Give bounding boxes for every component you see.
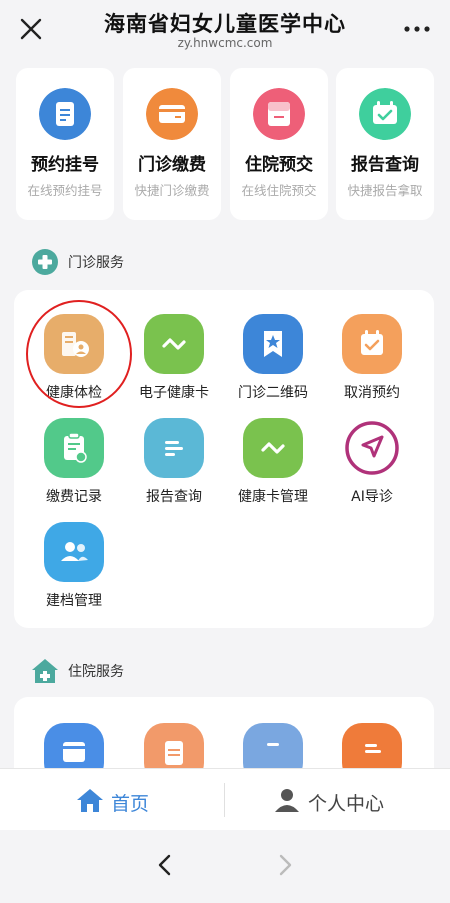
service-qr-code[interactable]: 门诊二维码 xyxy=(225,314,321,414)
service-health-card-manage[interactable]: 健康卡管理 xyxy=(225,418,321,518)
top-bar: 海南省妇女儿童医学中心 zy.hnwcmc.com xyxy=(0,0,450,60)
service-label: 取消预约 xyxy=(344,385,400,401)
service-label: 门诊二维码 xyxy=(238,385,308,401)
service-health-checkup[interactable]: 健康体检 xyxy=(26,314,122,414)
quick-card-subtitle: 快捷门诊缴费 xyxy=(134,183,210,198)
qr-code-icon xyxy=(264,331,282,357)
appointment-icon xyxy=(39,88,91,140)
service-label: 健康卡管理 xyxy=(238,489,308,505)
service-label: 健康体检 xyxy=(46,385,102,401)
quick-card-subtitle: 快捷报告拿取 xyxy=(347,183,423,198)
health-checkup-icon xyxy=(62,332,89,357)
outpatient-services: 健康体检 电子健康卡 门诊二维码 取消预约 缴费记录 报告查询 健康卡管理 AI… xyxy=(14,290,434,628)
back-arrow-icon[interactable] xyxy=(150,850,180,880)
tab-profile-label: 个人中心 xyxy=(308,793,385,815)
section-title: 住院服务 xyxy=(68,664,124,680)
report-list-icon xyxy=(165,441,183,456)
service-ai-guide[interactable]: AI导诊 xyxy=(324,418,420,518)
browser-nav-bar xyxy=(0,830,450,903)
service-profile-manage[interactable]: 建档管理 xyxy=(26,522,122,622)
tab-home[interactable]: 首页 xyxy=(0,769,224,831)
inpatient-list-icon xyxy=(365,744,381,753)
quick-card-title: 住院预交 xyxy=(245,155,313,175)
home-icon xyxy=(77,789,103,812)
quick-card-subtitle: 在线住院预交 xyxy=(241,183,317,198)
inpatient-deposit-icon xyxy=(253,88,305,140)
medical-cross-icon xyxy=(32,249,58,275)
ai-guide-icon xyxy=(345,421,399,475)
quick-card-title: 预约挂号 xyxy=(31,155,99,175)
service-label: AI导诊 xyxy=(351,489,393,505)
quick-card-outpatient-payment[interactable]: 门诊缴费 快捷门诊缴费 xyxy=(123,68,221,220)
cancel-appointment-icon xyxy=(361,330,383,355)
service-label: 建档管理 xyxy=(46,593,102,609)
page-title: 海南省妇女儿童医学中心 xyxy=(104,12,346,36)
inpatient-chat-icon xyxy=(267,743,279,746)
quick-card-title: 门诊缴费 xyxy=(138,155,206,175)
quick-card-title: 报告查询 xyxy=(351,155,419,175)
section-title: 门诊服务 xyxy=(68,255,124,271)
inpatient-payment-icon xyxy=(63,742,85,762)
quick-card-appointment[interactable]: 预约挂号 在线预约挂号 xyxy=(16,68,114,220)
health-card-manage-icon xyxy=(261,442,285,454)
report-icon xyxy=(359,88,411,140)
quick-card-report-query[interactable]: 报告查询 快捷报告拿取 xyxy=(336,68,434,220)
service-payment-record[interactable]: 缴费记录 xyxy=(26,418,122,518)
tab-profile[interactable]: 个人中心 xyxy=(225,769,449,831)
tab-bar: 首页 个人中心 xyxy=(0,768,450,830)
user-icon xyxy=(275,789,299,812)
service-report-query[interactable]: 报告查询 xyxy=(126,418,222,518)
e-health-card-icon xyxy=(162,338,186,350)
more-icon[interactable] xyxy=(402,22,432,36)
forward-arrow-icon[interactable] xyxy=(270,850,300,880)
house-icon xyxy=(32,659,58,683)
service-label: 报告查询 xyxy=(146,489,202,505)
service-e-health-card[interactable]: 电子健康卡 xyxy=(126,314,222,414)
inpatient-bill-icon xyxy=(165,741,183,765)
service-cancel-appointment[interactable]: 取消预约 xyxy=(324,314,420,414)
tab-home-label: 首页 xyxy=(111,793,150,815)
page-url: zy.hnwcmc.com xyxy=(177,36,273,50)
quick-card-subtitle: 在线预约挂号 xyxy=(27,183,103,198)
payment-record-icon xyxy=(64,432,87,463)
profile-manage-icon xyxy=(61,542,88,561)
service-label: 电子健康卡 xyxy=(139,385,209,401)
service-label: 缴费记录 xyxy=(46,489,102,505)
quick-card-inpatient-deposit[interactable]: 住院预交 在线住院预交 xyxy=(230,68,328,220)
card-payment-icon xyxy=(146,88,198,140)
quick-actions: 预约挂号 在线预约挂号 门诊缴费 快捷门诊缴费 住院预交 在线住院预交 报告查询 xyxy=(16,68,434,220)
